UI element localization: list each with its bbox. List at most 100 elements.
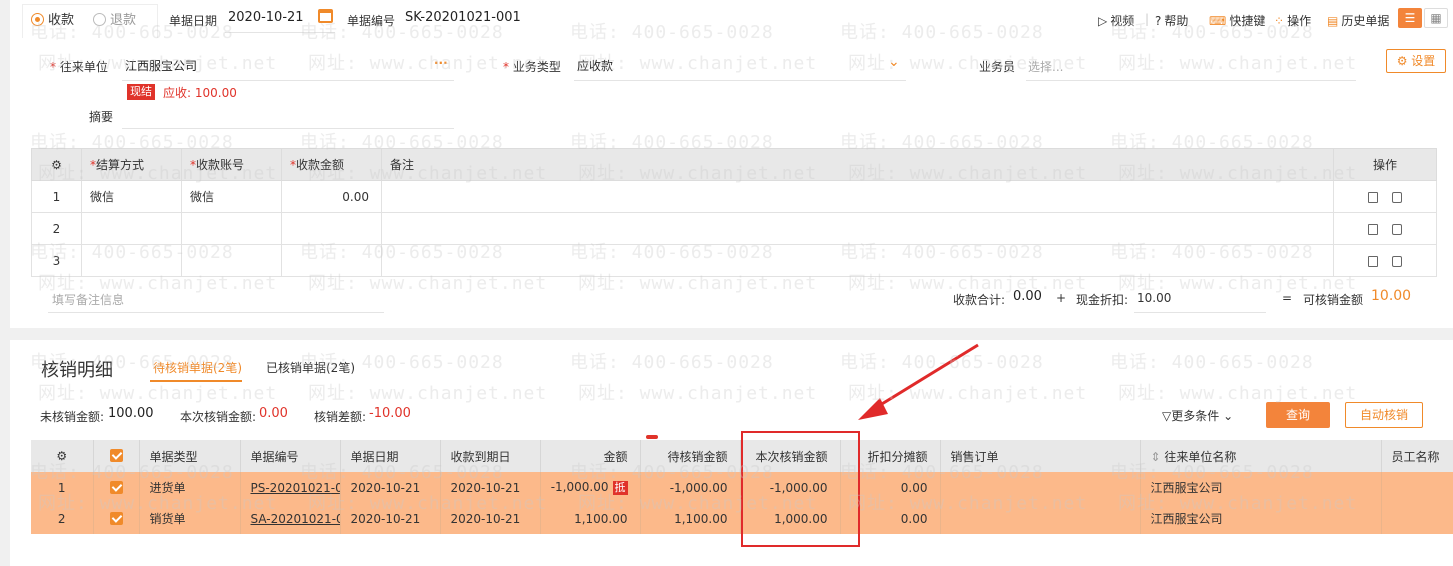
card-view-toggle[interactable]: ▦: [1424, 8, 1448, 28]
document-link[interactable]: SA-20201021-001: [240, 503, 341, 534]
column-header: 待核销金额: [640, 440, 741, 472]
number-label: 单据编号: [347, 14, 396, 28]
document-link[interactable]: PS-20201021-001: [240, 472, 341, 503]
diff-label: 核销差额:: [314, 410, 367, 424]
card-icon: ▦: [1430, 11, 1442, 25]
salesman-input[interactable]: 选择...: [1028, 58, 1063, 75]
calendar-icon[interactable]: [318, 9, 333, 23]
row-checkbox[interactable]: [93, 472, 140, 503]
auto-verify-button[interactable]: 自动核销: [1345, 402, 1423, 428]
note-cell[interactable]: [381, 180, 1334, 213]
column-header: 备注: [381, 148, 1334, 181]
history-link[interactable]: ▤ 历史单据: [1327, 12, 1389, 29]
row-checkbox[interactable]: [93, 503, 140, 534]
available-value: 10.00: [1371, 288, 1412, 304]
trash-icon[interactable]: [1368, 191, 1378, 203]
table-row: 2: [31, 212, 1437, 245]
date-value[interactable]: 2020-10-21: [228, 10, 304, 25]
tab-done[interactable]: 已核销单据(2笔): [266, 359, 355, 376]
unverified-label: 未核销金额:: [40, 410, 105, 424]
copy-icon[interactable]: [1392, 255, 1402, 267]
number-value[interactable]: SK-20201021-001: [405, 10, 521, 25]
amount-cell[interactable]: [281, 244, 382, 277]
available-label: 可核销金额: [1303, 293, 1364, 307]
biz-type-select[interactable]: 应收款: [577, 57, 613, 74]
account-cell[interactable]: [181, 244, 282, 277]
trash-icon[interactable]: [1368, 223, 1378, 235]
video-link[interactable]: ▷ 视频: [1098, 12, 1134, 29]
column-header: 操作: [1333, 148, 1437, 181]
trash-icon[interactable]: [1368, 255, 1378, 267]
gear-icon: ⚙: [51, 157, 62, 172]
method-cell[interactable]: 微信: [81, 180, 182, 213]
note-cell[interactable]: [381, 244, 1334, 277]
shortcut-link[interactable]: ⌨ 快捷键: [1209, 12, 1265, 29]
query-button[interactable]: 查询: [1266, 402, 1330, 428]
column-settings[interactable]: ⚙: [31, 440, 94, 472]
resize-handle[interactable]: [646, 435, 658, 439]
verify-title: 核销明细: [41, 360, 113, 381]
keyboard-icon: ⌨: [1209, 14, 1227, 28]
diff-value: -10.00: [369, 406, 411, 421]
copy-icon[interactable]: [1392, 191, 1402, 203]
sort-icon: ⇕: [1150, 449, 1165, 464]
this-amount-label: 本次核销金额:: [180, 410, 257, 424]
tab-pending[interactable]: 待核销单据(2笔): [153, 359, 242, 376]
operate-link[interactable]: ⁘ 操作: [1274, 12, 1311, 29]
gear-icon: ⚙: [56, 449, 68, 463]
radio-checked-icon: [31, 13, 44, 26]
date-label: 单据日期: [169, 14, 218, 28]
cash-settle-badge: 现结: [127, 84, 155, 100]
more-dots-icon[interactable]: ···: [434, 56, 448, 70]
amount-cell[interactable]: [281, 212, 382, 245]
copy-icon[interactable]: [1392, 223, 1402, 235]
account-cell[interactable]: 微信: [181, 180, 282, 213]
partner-input[interactable]: 江西服宝公司: [125, 57, 197, 74]
column-header: 单据类型: [139, 440, 241, 472]
help-link[interactable]: ? 帮助: [1155, 12, 1188, 29]
biz-type-label: * 业务类型: [503, 60, 561, 74]
offset-badge: 抵: [612, 481, 628, 495]
method-cell[interactable]: [81, 244, 182, 277]
partner-label: * 往来单位: [50, 60, 108, 74]
grid-icon: ⁘: [1274, 14, 1285, 28]
column-header: 金额: [540, 440, 641, 472]
settings-button[interactable]: ⚙ 设置: [1386, 49, 1446, 73]
gear-icon: ⚙: [1396, 54, 1412, 68]
unverified-value: 100.00: [108, 406, 154, 421]
list-icon: ☰: [1404, 11, 1416, 25]
discount-label: 现金折扣:: [1076, 293, 1129, 307]
column-header: 单据编号: [240, 440, 341, 472]
account-cell[interactable]: [181, 212, 282, 245]
annotation-arrow-icon: [858, 343, 979, 420]
receivable-text: 应收: 100.00: [163, 86, 237, 100]
note-cell[interactable]: [381, 212, 1334, 245]
amount-cell[interactable]: 0.00: [281, 180, 382, 213]
this-amount-value: 0.00: [259, 406, 288, 421]
table-row: 3: [31, 244, 1437, 277]
column-header[interactable]: ⇕ 往来单位名称: [1140, 440, 1382, 472]
list-view-toggle[interactable]: ☰: [1398, 8, 1422, 28]
more-conditions-link[interactable]: ▽更多条件 ⌄: [1162, 407, 1233, 424]
checkbox-checked-icon: [109, 480, 123, 494]
play-icon: ▷: [1098, 14, 1108, 28]
column-header: 员工名称: [1381, 440, 1453, 472]
column-settings[interactable]: ⚙: [31, 148, 82, 181]
radio-refund[interactable]: 退款: [93, 4, 136, 38]
filter-icon: ▽: [1162, 409, 1172, 423]
discount-input[interactable]: 10.00: [1137, 291, 1171, 305]
radio-receive[interactable]: 收款: [31, 4, 74, 38]
checkbox-checked-icon: [109, 449, 123, 462]
chevron-down-icon[interactable]: ⌄: [888, 54, 900, 70]
method-cell[interactable]: [81, 212, 182, 245]
summary-label: 摘要: [89, 110, 114, 124]
select-all-checkbox[interactable]: [93, 440, 140, 472]
column-header: 销售订单: [940, 440, 1141, 472]
note-input[interactable]: 填写备注信息: [52, 291, 124, 308]
table-row: 1 微信 微信 0.00: [31, 180, 1437, 213]
salesman-label: 业务员: [979, 60, 1016, 74]
column-header: *结算方式: [81, 148, 182, 181]
document-icon: ▤: [1327, 14, 1339, 28]
annotation-highlight-box: [741, 431, 860, 547]
column-header: 单据日期: [340, 440, 441, 472]
